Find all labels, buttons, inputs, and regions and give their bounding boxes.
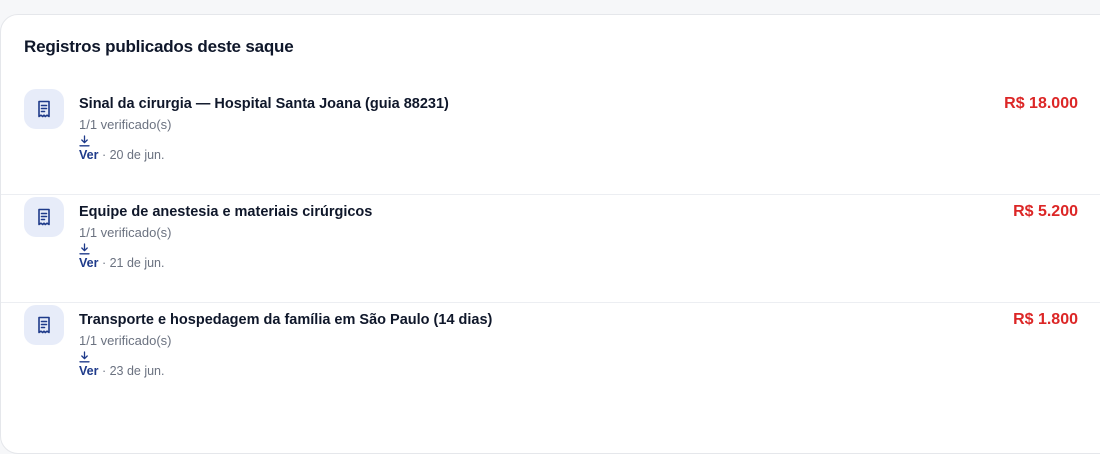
records-list: Sinal da cirurgia — Hospital Santa Joana… [1,87,1100,410]
record-body: Equipe de anestesia e materiais cirúrgic… [79,195,372,271]
record-title: Equipe de anestesia e materiais cirúrgic… [79,204,373,220]
verified-status: 1/1 verificado(s) [79,225,172,240]
view-link[interactable]: Ver [79,256,98,270]
record-body: Transporte e hospedagem da família em Sã… [79,303,492,379]
receipt-icon [24,305,64,345]
record-date: 20 de jun. [109,148,165,162]
record-item: Transporte e hospedagem da família em Sã… [1,303,1100,410]
record-amount: R$ 1.800 [1013,311,1078,328]
record-meta: Ver · 23 de jun. [79,364,492,379]
record-body: Sinal da cirurgia — Hospital Santa Joana… [79,87,449,163]
section-title: Registros publicados deste saque [24,37,294,56]
verified-status: 1/1 verificado(s) [79,333,172,348]
record-item: Equipe de anestesia e materiais cirúrgic… [1,195,1100,303]
record-amount: R$ 5.200 [1013,203,1078,220]
record-item: Sinal da cirurgia — Hospital Santa Joana… [1,87,1100,195]
meta-separator: · [98,148,110,162]
record-amount: R$ 18.000 [1004,95,1078,112]
receipt-icon [24,89,64,129]
record-title: Transporte e hospedagem da família em Sã… [79,312,493,328]
download-icon[interactable] [79,351,90,363]
record-date: 21 de jun. [109,256,165,270]
download-icon[interactable] [79,135,90,147]
record-title: Sinal da cirurgia — Hospital Santa Joana… [79,96,449,112]
verified-status: 1/1 verificado(s) [79,117,172,132]
records-card: Registros publicados deste saque Sinal d… [0,14,1100,454]
record-meta: Ver · 21 de jun. [79,256,372,271]
view-link[interactable]: Ver [79,148,98,162]
meta-separator: · [98,256,110,270]
view-link[interactable]: Ver [79,364,98,378]
receipt-icon [24,197,64,237]
download-icon[interactable] [79,243,90,255]
record-date: 23 de jun. [109,364,165,378]
record-meta: Ver · 20 de jun. [79,148,449,163]
meta-separator: · [98,364,110,378]
